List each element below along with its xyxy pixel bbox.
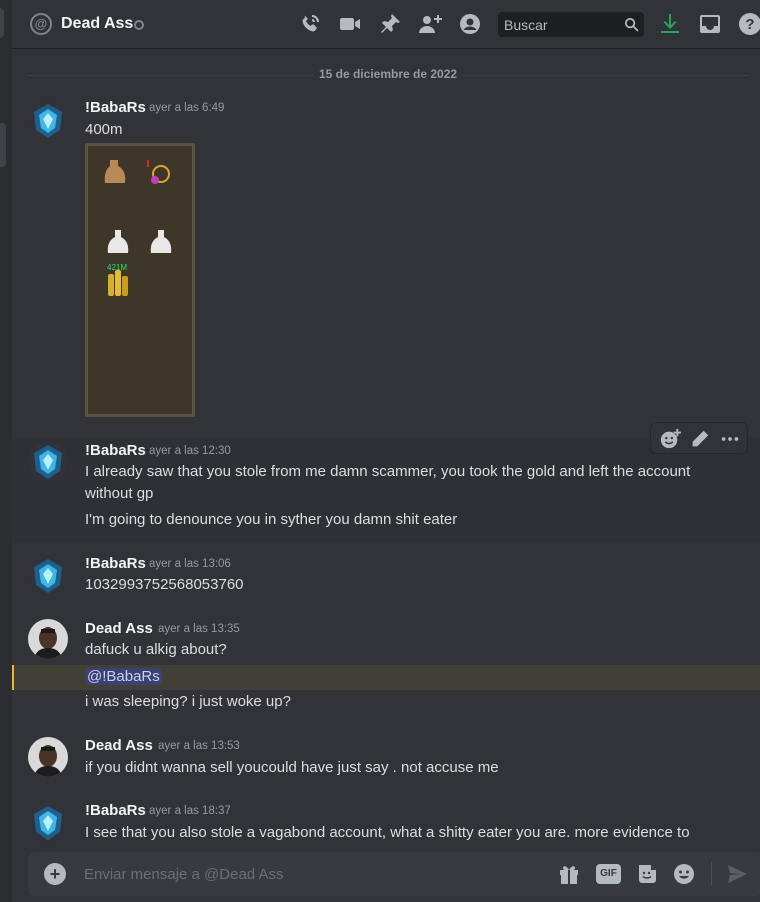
channel-header: @ Dead Ass ? bbox=[12, 0, 760, 49]
add-friend-icon[interactable] bbox=[418, 12, 442, 36]
add-attachment-icon[interactable]: + bbox=[44, 863, 66, 885]
user-profile-icon[interactable] bbox=[458, 12, 482, 36]
search-input[interactable] bbox=[498, 12, 618, 37]
sidebar-pill bbox=[0, 8, 4, 38]
image-attachment[interactable]: 421M bbox=[85, 143, 195, 417]
coin-stack-label: 421M bbox=[107, 263, 127, 272]
message-username[interactable]: !BabaRs bbox=[85, 99, 146, 116]
gift-icon[interactable] bbox=[557, 862, 581, 886]
message-composer: + GIF bbox=[28, 852, 760, 896]
message-text: i was sleeping? i just woke up? bbox=[85, 693, 291, 710]
message-timestamp: ayer a las 13:06 bbox=[149, 558, 231, 570]
app-window: @ Dead Ass ? bbox=[0, 0, 760, 902]
message-username[interactable]: Dead Ass bbox=[85, 620, 153, 637]
avatar[interactable] bbox=[28, 619, 68, 659]
message-username[interactable]: !BabaRs bbox=[85, 802, 146, 819]
send-icon[interactable] bbox=[725, 862, 749, 886]
search-icon bbox=[623, 16, 640, 33]
avatar[interactable] bbox=[28, 100, 68, 140]
date-divider: 15 de diciembre de 2022 bbox=[28, 67, 748, 81]
message-username[interactable]: !BabaRs bbox=[85, 442, 146, 459]
message-text: 1032993752568053760 bbox=[85, 576, 244, 593]
page-title: Dead Ass bbox=[61, 15, 134, 32]
message-text: if you didnt wanna sell youcould have ju… bbox=[85, 759, 499, 776]
message-text: I'm going to denounce you in syther you … bbox=[85, 511, 458, 528]
message-timestamp: ayer a las 12:30 bbox=[149, 445, 231, 457]
message-text: I already saw that you stole from me dam… bbox=[85, 463, 691, 502]
avatar[interactable] bbox=[28, 555, 68, 595]
svg-text:?: ? bbox=[745, 16, 754, 33]
user-mention[interactable]: @!BabaRs bbox=[85, 668, 162, 685]
avatar[interactable] bbox=[28, 441, 68, 481]
date-divider-label: 15 de diciembre de 2022 bbox=[312, 67, 464, 81]
message-text: 400m bbox=[85, 121, 123, 138]
server-sidebar-edge bbox=[0, 0, 12, 902]
message-input[interactable] bbox=[84, 852, 544, 896]
message-timestamp: ayer a las 6:49 bbox=[149, 102, 225, 114]
composer-divider bbox=[711, 862, 712, 886]
more-options-icon[interactable] bbox=[719, 428, 741, 450]
gif-button[interactable]: GIF bbox=[596, 864, 621, 884]
offline-status-icon bbox=[134, 20, 144, 30]
avatar[interactable] bbox=[28, 802, 68, 842]
message-text: I see that you also stole a vagabond acc… bbox=[85, 824, 690, 841]
pin-icon[interactable] bbox=[378, 12, 402, 36]
mention-highlight-bar bbox=[12, 665, 14, 690]
sidebar-pill bbox=[0, 123, 6, 167]
message-list[interactable]: 15 de diciembre de 2022 !BabaRs ayer a l… bbox=[12, 50, 760, 848]
message-timestamp: ayer a las 18:37 bbox=[149, 805, 231, 817]
voice-call-icon[interactable] bbox=[298, 12, 322, 36]
edit-icon[interactable] bbox=[689, 428, 711, 450]
add-reaction-icon[interactable] bbox=[659, 428, 681, 450]
download-icon[interactable] bbox=[658, 12, 682, 36]
emoji-icon[interactable] bbox=[672, 862, 696, 886]
message-text: @!BabaRs bbox=[85, 666, 725, 688]
video-call-icon[interactable] bbox=[338, 12, 362, 36]
message-timestamp: ayer a las 13:35 bbox=[158, 623, 240, 635]
at-icon: @ bbox=[30, 13, 52, 35]
message-username[interactable]: !BabaRs bbox=[85, 555, 146, 572]
message-toolbar bbox=[650, 422, 748, 454]
avatar[interactable] bbox=[28, 737, 68, 777]
sticker-icon[interactable] bbox=[635, 862, 659, 886]
message-text: dafuck u alkig about? bbox=[85, 641, 227, 658]
message-username[interactable]: Dead Ass bbox=[85, 737, 153, 754]
search-field[interactable] bbox=[498, 12, 644, 37]
message-timestamp: ayer a las 13:53 bbox=[158, 740, 240, 752]
help-icon[interactable]: ? bbox=[738, 12, 760, 36]
inbox-icon[interactable] bbox=[698, 12, 722, 36]
